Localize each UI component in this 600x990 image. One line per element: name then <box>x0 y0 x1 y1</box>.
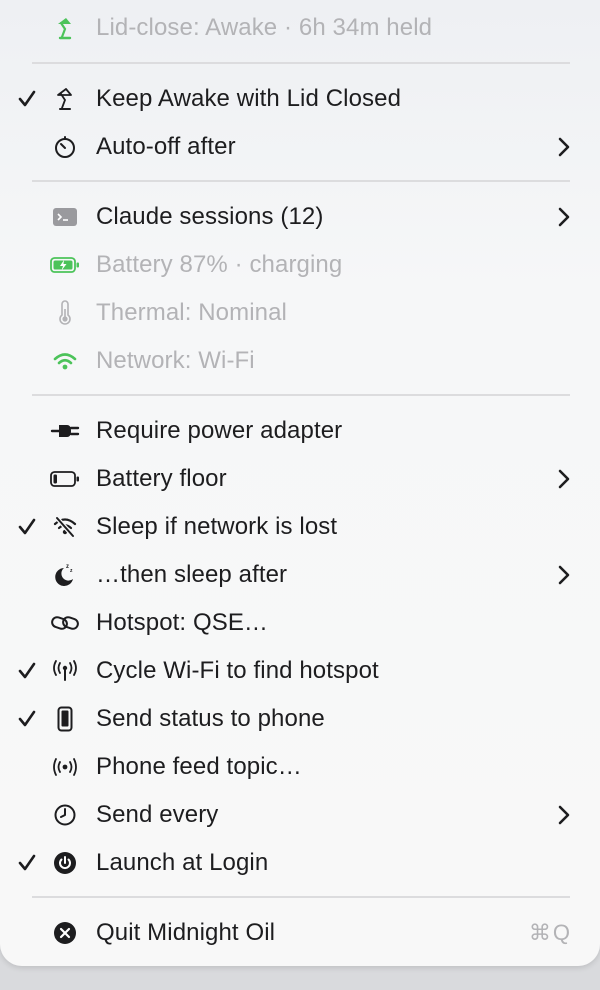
battery-charging-icon <box>50 250 80 280</box>
separator <box>32 896 570 898</box>
menu-item-battery-floor[interactable]: Battery floor <box>0 455 600 503</box>
separator <box>32 180 570 182</box>
menu-item-phone-feed[interactable]: Phone feed topic… <box>0 743 600 791</box>
checkmark-icon <box>16 88 38 110</box>
separator <box>32 62 570 64</box>
menu-item-label: Cycle Wi-Fi to find hotspot <box>96 657 379 684</box>
menu-item-label: Quit Midnight Oil <box>96 919 276 946</box>
menu-item-lid-status: Lid-close: Awake · 6h 34m held <box>0 4 600 52</box>
menu-item-sleep-network-lost[interactable]: Sleep if network is lost <box>0 503 600 551</box>
svg-text:z: z <box>70 568 73 574</box>
chevron-right-icon <box>556 468 572 490</box>
menu-item-label: Battery floor <box>96 465 227 492</box>
menu-item-cycle-wifi[interactable]: Cycle Wi-Fi to find hotspot <box>0 647 600 695</box>
menu-item-label: Send every <box>96 801 219 828</box>
chevron-right-icon <box>556 136 572 158</box>
phone-icon <box>50 704 80 734</box>
desk-lamp-icon <box>50 84 80 114</box>
menu-item-label: Claude sessions (12) <box>96 203 324 230</box>
menu-item-label: …then sleep after <box>96 561 288 588</box>
wifi-off-icon <box>50 512 80 542</box>
status-bar-menu: Lid-close: Awake · 6h 34m held Keep Awak… <box>0 0 600 966</box>
menu-item-label: Lid-close: Awake · 6h 34m held <box>96 14 433 41</box>
checkmark-icon <box>16 660 38 682</box>
checkmark-icon <box>16 852 38 874</box>
power-plug-icon <box>50 416 80 446</box>
broadcast-icon <box>50 752 80 782</box>
antenna-icon <box>50 656 80 686</box>
menu-item-auto-off[interactable]: Auto-off after <box>0 123 600 171</box>
timer-icon <box>50 132 80 162</box>
menu-item-label: Phone feed topic… <box>96 753 302 780</box>
terminal-icon <box>50 202 80 232</box>
menu-item-thermal-status: Thermal: Nominal <box>0 289 600 337</box>
menu-item-claude-sessions[interactable]: Claude sessions (12) <box>0 193 600 241</box>
checkmark-icon <box>16 708 38 730</box>
thermometer-icon <box>50 298 80 328</box>
menu-item-label: Hotspot: QSE… <box>96 609 269 636</box>
menu-item-label: Battery 87% · charging <box>96 251 343 278</box>
wifi-icon <box>50 346 80 376</box>
chevron-right-icon <box>556 564 572 586</box>
menu-item-label: Send status to phone <box>96 705 325 732</box>
separator <box>32 394 570 396</box>
menu-item-label: Network: Wi-Fi <box>96 347 255 374</box>
close-circle-icon <box>50 918 80 948</box>
menu-item-launch-login[interactable]: Launch at Login <box>0 839 600 887</box>
menu-item-require-power[interactable]: Require power adapter <box>0 407 600 455</box>
chevron-right-icon <box>556 206 572 228</box>
keyboard-shortcut: ⌘Q <box>528 920 572 945</box>
battery-low-icon <box>50 464 80 494</box>
menu-item-label: Launch at Login <box>96 849 269 876</box>
moon-zzz-icon: z z <box>50 560 80 590</box>
menu-item-battery-status: Battery 87% · charging <box>0 241 600 289</box>
power-icon <box>50 848 80 878</box>
menu-item-label: Thermal: Nominal <box>96 299 287 326</box>
menu-item-then-sleep-after[interactable]: z z …then sleep after <box>0 551 600 599</box>
link-icon <box>50 608 80 638</box>
menu-item-keep-awake[interactable]: Keep Awake with Lid Closed <box>0 75 600 123</box>
menu-item-label: Auto-off after <box>96 133 236 160</box>
svg-text:z: z <box>66 564 69 570</box>
checkmark-icon <box>16 516 38 538</box>
menu-item-label: Require power adapter <box>96 417 343 444</box>
menu-item-label: Keep Awake with Lid Closed <box>96 85 402 112</box>
desk-lamp-icon <box>50 13 80 43</box>
menu-item-send-every[interactable]: Send every <box>0 791 600 839</box>
menu-item-network-status: Network: Wi-Fi <box>0 337 600 385</box>
menu-item-send-status[interactable]: Send status to phone <box>0 695 600 743</box>
clock-icon <box>50 800 80 830</box>
menu-item-quit[interactable]: Quit Midnight Oil ⌘Q <box>0 909 600 957</box>
chevron-right-icon <box>556 804 572 826</box>
menu-item-label: Sleep if network is lost <box>96 513 338 540</box>
menu-item-hotspot[interactable]: Hotspot: QSE… <box>0 599 600 647</box>
